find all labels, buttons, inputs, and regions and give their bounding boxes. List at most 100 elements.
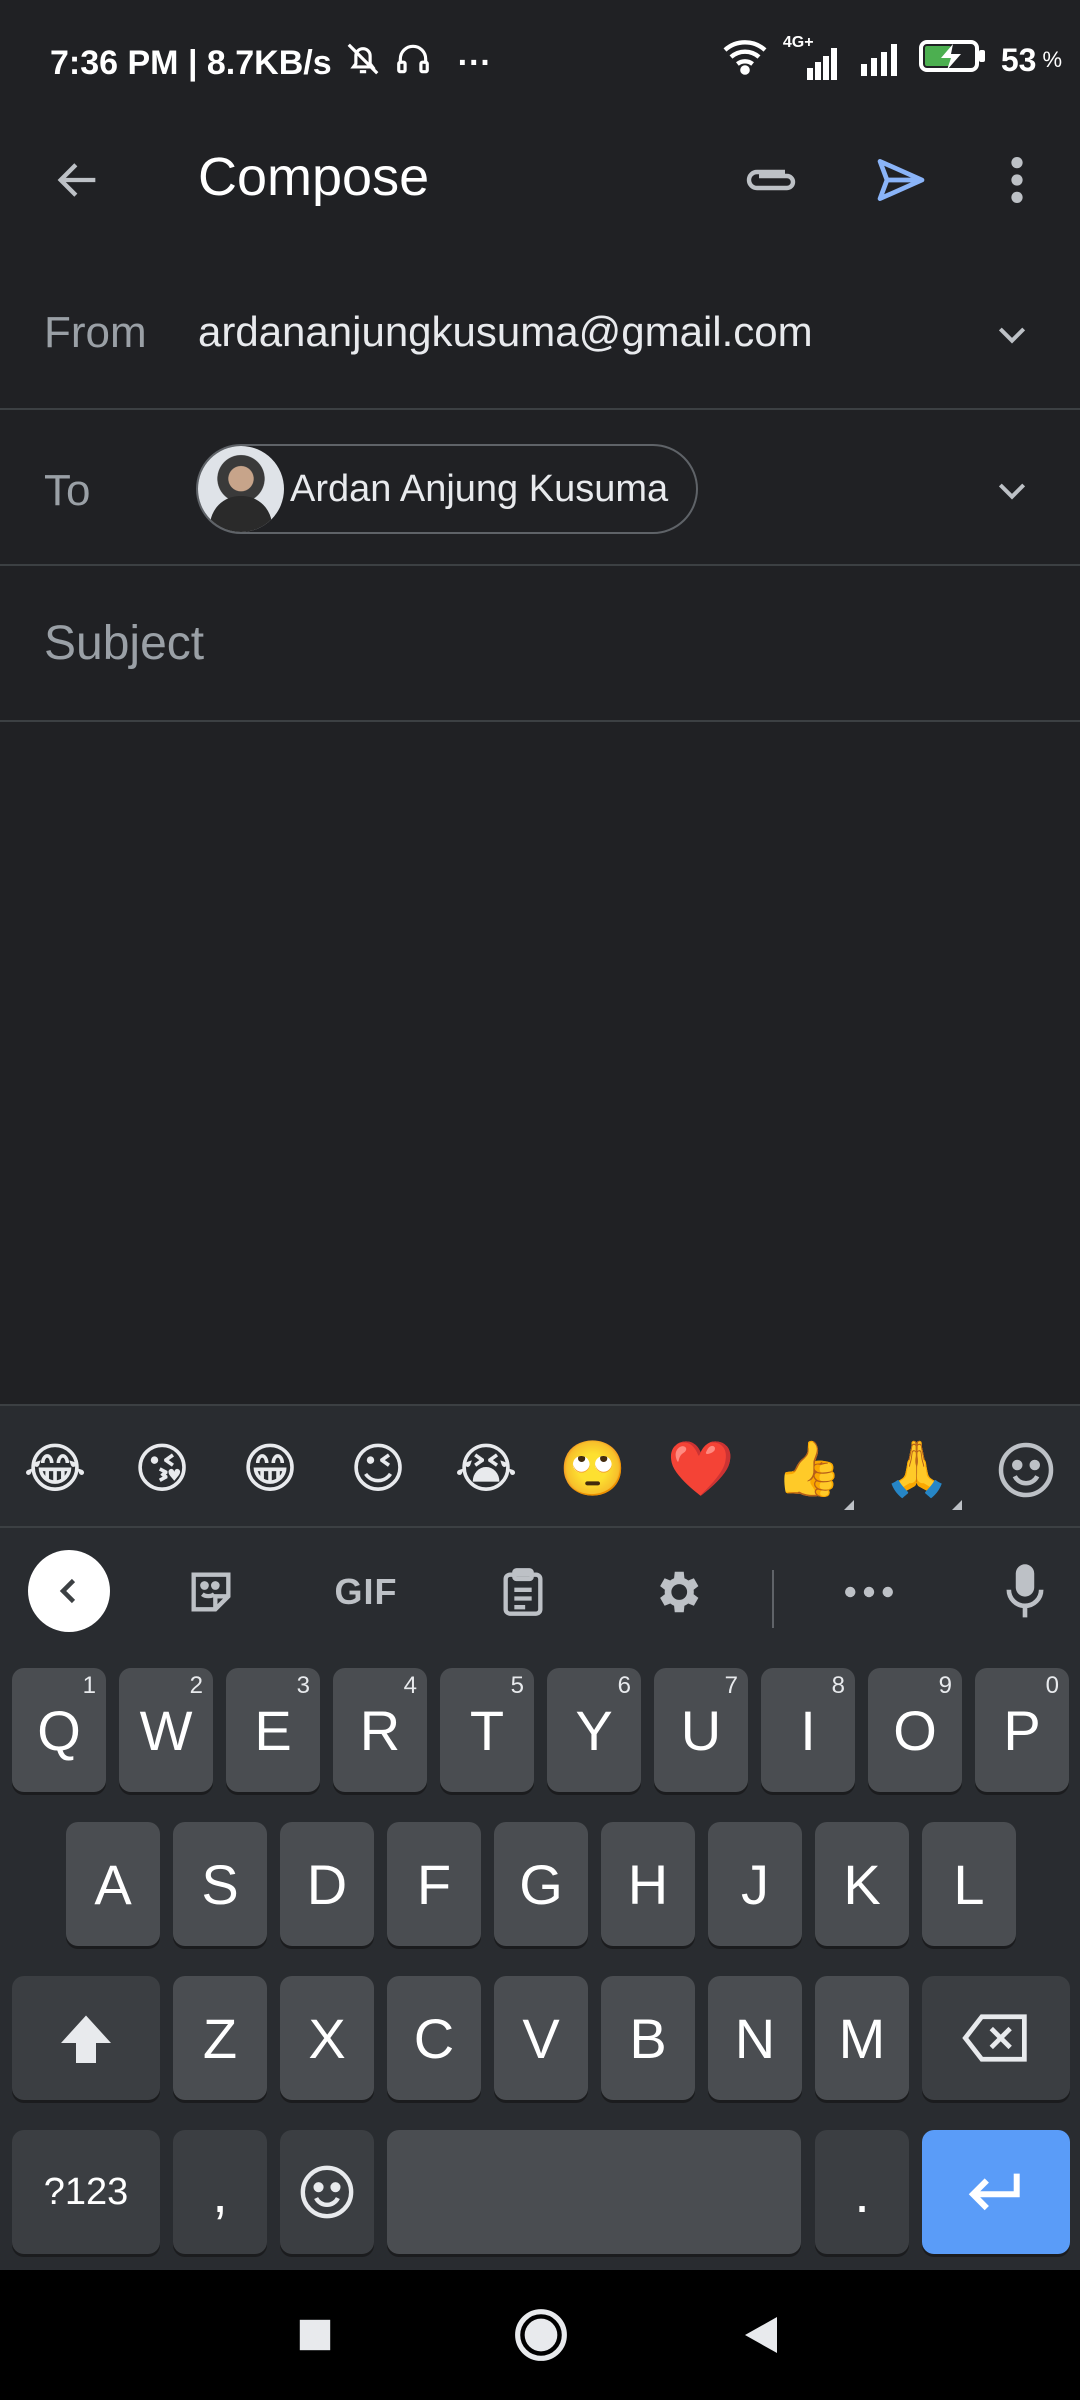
key-label: O — [893, 1698, 937, 1762]
key-p[interactable]: P0 — [975, 1668, 1069, 1792]
key-w[interactable]: W2 — [119, 1668, 213, 1792]
to-expand-button[interactable] — [984, 462, 1040, 518]
key-u[interactable]: U7 — [654, 1668, 748, 1792]
key-c[interactable]: C — [387, 1976, 481, 2100]
recipient-chip[interactable]: Ardan Anjung Kusuma — [196, 444, 698, 534]
more-toolbar-button[interactable] — [834, 1556, 904, 1628]
subject-input[interactable]: Subject — [44, 616, 204, 671]
recents-button[interactable] — [280, 2300, 350, 2370]
key-a[interactable]: A — [66, 1822, 160, 1946]
key-e[interactable]: E3 — [226, 1668, 320, 1792]
emoji-suggestion: 🙏 — [883, 1437, 951, 1500]
shift-key[interactable] — [12, 1976, 160, 2100]
emoji-suggestion[interactable]: 😉 — [343, 1434, 413, 1504]
chevron-down-icon — [998, 483, 1026, 500]
key-r[interactable]: R4 — [333, 1668, 427, 1792]
key-f[interactable]: F — [387, 1822, 481, 1946]
emoji-suggestion[interactable]: 🙄 — [558, 1434, 628, 1504]
key-k[interactable]: K — [815, 1822, 909, 1946]
sticker-button[interactable] — [176, 1556, 246, 1628]
chevron-down-icon — [998, 327, 1026, 344]
key-hint: 5 — [510, 1672, 524, 1699]
from-account[interactable]: ardananjungkusuma@gmail.com — [198, 308, 813, 356]
key-i[interactable]: I8 — [761, 1668, 855, 1792]
key-q[interactable]: Q1 — [12, 1668, 106, 1792]
key-j[interactable]: J — [708, 1822, 802, 1946]
key-y[interactable]: Y6 — [547, 1668, 641, 1792]
signal-icon — [857, 36, 905, 84]
emoji-suggestion[interactable]: 😂 — [20, 1434, 90, 1504]
backspace-key[interactable] — [922, 1976, 1070, 2100]
key-label: P — [1003, 1698, 1041, 1762]
enter-key[interactable] — [922, 2130, 1070, 2254]
status-time-speed: 7:36 PM | 8.7KB/s — [50, 44, 332, 82]
space-key[interactable] — [387, 2130, 801, 2254]
key-l[interactable]: L — [922, 1822, 1016, 1946]
signal-4g-icon: 4G+ — [783, 34, 843, 80]
home-button[interactable] — [506, 2300, 576, 2370]
key-h[interactable]: H — [601, 1822, 695, 1946]
variant-indicator — [952, 1500, 962, 1510]
key-n[interactable]: N — [708, 1976, 802, 2100]
key-v[interactable]: V — [494, 1976, 588, 2100]
back-nav-button[interactable] — [726, 2300, 796, 2370]
key-hint: 2 — [189, 1672, 203, 1699]
clipboard-button[interactable] — [488, 1556, 558, 1628]
key-d[interactable]: D — [280, 1822, 374, 1946]
emoji-suggestion[interactable]: 😘 — [127, 1434, 197, 1504]
key-hint: 4 — [403, 1672, 417, 1699]
emoji-suggestion[interactable]: ❤️ — [666, 1434, 736, 1504]
keyboard-toolbar: GIF — [0, 1530, 1080, 1652]
key-g[interactable]: G — [494, 1822, 588, 1946]
key-label: U — [680, 1698, 722, 1762]
square-icon — [299, 2319, 331, 2351]
key-o[interactable]: O9 — [868, 1668, 962, 1792]
key-m[interactable]: M — [815, 1976, 909, 2100]
shift-icon — [61, 2015, 111, 2063]
emoji-palette-button[interactable] — [994, 1438, 1058, 1502]
key-b[interactable]: B — [601, 1976, 695, 2100]
settings-button[interactable] — [642, 1556, 712, 1628]
bell-off-icon — [344, 40, 382, 87]
gif-button[interactable]: GIF — [326, 1556, 406, 1628]
emoji-suggestion-row: 😂 😘 😁 😉 😭 🙄 ❤️ 👍 🙏 — [0, 1406, 1080, 1528]
key-label: T — [469, 1698, 505, 1762]
symbols-key[interactable]: ?123 — [12, 2130, 160, 2254]
key-label: I — [800, 1698, 816, 1762]
smiley-icon — [300, 2165, 354, 2219]
period-key[interactable]: . — [815, 2130, 909, 2254]
from-row: From ardananjungkusuma@gmail.com — [0, 256, 1080, 410]
paperclip-icon — [746, 169, 796, 191]
recipient-name: Ardan Anjung Kusuma — [290, 467, 669, 510]
key-z[interactable]: Z — [173, 1976, 267, 2100]
compose-body[interactable] — [0, 722, 1080, 1404]
voice-input-button[interactable] — [990, 1556, 1060, 1628]
back-button[interactable] — [40, 148, 116, 212]
comma-key[interactable]: , — [173, 2130, 267, 2254]
page-title: Compose — [198, 147, 430, 207]
status-more: ··· — [457, 44, 492, 82]
smiley-icon — [998, 1442, 1054, 1498]
emoji-suggestion: 👍 — [775, 1437, 843, 1500]
key-x[interactable]: X — [280, 1976, 374, 2100]
from-label: From — [44, 308, 147, 357]
emoji-key[interactable] — [280, 2130, 374, 2254]
key-hint: 7 — [724, 1672, 738, 1699]
battery-charging-icon — [918, 38, 987, 82]
emoji-suggestion-wrap[interactable]: 🙏 — [882, 1434, 962, 1514]
key-t[interactable]: T5 — [440, 1668, 534, 1792]
key-s[interactable]: S — [173, 1822, 267, 1946]
emoji-suggestion-wrap[interactable]: 👍 — [774, 1434, 854, 1514]
microphone-icon — [1006, 1564, 1044, 1618]
attach-button[interactable] — [736, 150, 806, 210]
from-expand-button[interactable] — [984, 306, 1040, 362]
emoji-suggestion[interactable]: 😁 — [235, 1434, 305, 1504]
battery-unit: % — [1042, 47, 1062, 72]
send-button[interactable] — [866, 148, 936, 212]
key-label: Y — [575, 1698, 613, 1762]
more-options-button[interactable] — [992, 148, 1042, 212]
status-right: 4G+ 53 % — [721, 34, 1062, 84]
key-hint: 9 — [938, 1672, 952, 1699]
collapse-toolbar-button[interactable] — [28, 1550, 110, 1632]
emoji-suggestion[interactable]: 😭 — [451, 1434, 521, 1504]
